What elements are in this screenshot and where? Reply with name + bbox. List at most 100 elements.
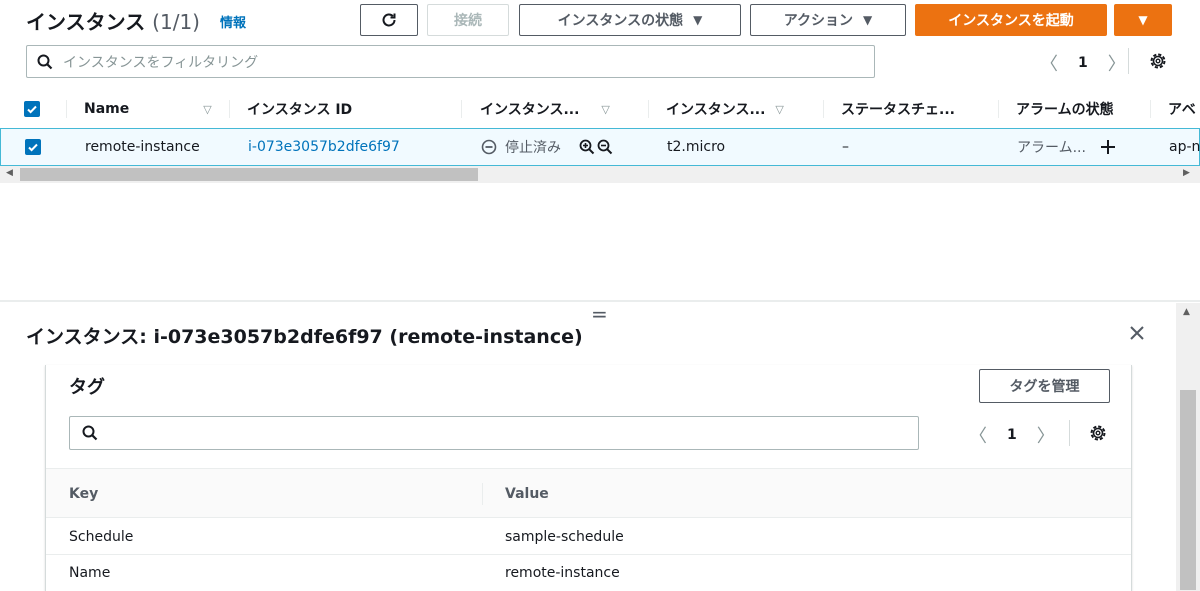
page-number[interactable]: 1 [1078,55,1088,71]
column-header-label: ステータスチェ... [841,102,955,118]
checkbox-checked-icon [25,139,41,155]
pagination: 〈 1 〉 [1040,50,1126,76]
scrollbar-thumb[interactable] [1180,390,1196,590]
column-header-availability-zone[interactable]: アベ [1168,92,1200,126]
launch-instance-dropdown[interactable]: ▼ [1114,4,1172,36]
launch-instance-button-label: インスタンスを起動 [948,13,1074,29]
page-title-text: インスタンス [26,10,146,34]
column-header-alarm-state[interactable]: アラームの状態 [1016,92,1146,126]
scroll-right-icon[interactable]: ▶ [1183,168,1190,178]
instance-state-label: 停止済み [505,140,561,156]
next-page-icon[interactable]: 〉 [1037,422,1055,448]
tags-title: タグ [69,377,105,398]
instances-table-header: Name ▽ インスタンス ID インスタンス... ▽ インスタンス... ▽… [0,92,1200,126]
vertical-scrollbar[interactable]: ▲ [1176,303,1200,591]
column-separator [482,483,483,505]
resize-handle-icon[interactable]: = [591,302,608,326]
zoom-in-icon[interactable] [579,139,595,155]
column-header-value[interactable]: Value [505,469,549,519]
previous-page-icon[interactable]: 〈 [1040,50,1058,76]
detail-title: インスタンス: i-073e3057b2dfe6f97 (remote-inst… [26,326,583,348]
tag-key: Name [69,565,111,581]
column-header-name[interactable]: Name ▽ [84,92,220,126]
checkbox-checked-icon [24,101,40,117]
tag-value: remote-instance [505,565,620,581]
column-separator [998,100,999,118]
column-header-instance-state[interactable]: インスタンス... ▽ [480,92,640,126]
pager-divider [1069,420,1070,446]
column-header-key[interactable]: Key [69,469,98,519]
next-page-icon[interactable]: 〉 [1108,50,1126,76]
refresh-button[interactable] [360,4,418,36]
column-header-label: インスタンス... [480,102,580,118]
scrollbar-thumb[interactable] [20,168,478,181]
instance-name: remote-instance [85,139,200,155]
column-separator [823,100,824,118]
row-checkbox[interactable] [25,129,45,165]
tags-table-header: Key Value [46,468,1131,518]
caret-down-icon: ▼ [1138,13,1148,27]
sort-icon[interactable]: ▽ [203,103,211,116]
column-separator [1150,100,1151,118]
stopped-icon [481,139,497,155]
table-row: Name remote-instance [46,555,1131,591]
launch-instance-button[interactable]: インスタンスを起動 [915,4,1107,36]
tag-key: Schedule [69,529,134,545]
connect-button[interactable]: 接続 [427,4,509,36]
scroll-up-icon[interactable]: ▲ [1183,307,1190,317]
column-header-label: Name [84,101,130,117]
caret-down-icon: ▼ [693,13,703,27]
column-header-label: アラームの状態 [1016,102,1114,118]
column-separator [66,100,67,118]
connect-button-label: 接続 [454,13,482,29]
column-header-label: インスタンス ID [247,102,353,118]
instances-panel: インスタンス (1/1) 情報 接続 インスタンスの状態 ▼ アクション ▼ イ… [0,0,1200,300]
zoom-out-icon[interactable] [597,139,613,155]
search-icon [82,425,98,441]
manage-tags-button-label: タグを管理 [1009,379,1080,395]
manage-tags-button[interactable]: タグを管理 [979,369,1110,403]
filter-placeholder: インスタンスをフィルタリング [63,54,259,71]
column-separator [229,100,230,118]
tag-search-input[interactable] [69,416,919,450]
search-icon [37,54,53,69]
column-header-label: アベ [1168,102,1196,118]
sort-icon[interactable]: ▽ [601,103,609,116]
instance-state-button[interactable]: インスタンスの状態 ▼ [519,4,741,36]
scroll-left-icon[interactable]: ◀ [6,168,13,178]
actions-button[interactable]: アクション ▼ [750,4,906,36]
column-header-instance-type[interactable]: インスタンス... ▽ [666,92,816,126]
alarm-state: アラーム... [1017,129,1147,165]
tags-panel: タグ タグを管理 〈 1 〉 Key Value Schedule sample… [45,365,1132,591]
status-check: – [842,139,849,155]
tag-value: sample-schedule [505,529,624,545]
instance-filter-input[interactable]: インスタンスをフィルタリング [26,45,875,78]
availability-zone: ap-n [1169,139,1200,155]
settings-gear-icon[interactable] [1088,423,1108,443]
add-alarm-icon[interactable] [1100,139,1116,155]
instance-id-link[interactable]: i-073e3057b2dfe6f97 [248,129,458,165]
close-icon[interactable] [1128,324,1146,342]
column-header-status-check[interactable]: ステータスチェ... [841,92,991,126]
actions-button-label: アクション [783,13,854,29]
previous-page-icon[interactable]: 〈 [969,422,987,448]
page-number[interactable]: 1 [1007,427,1017,443]
caret-down-icon: ▼ [863,13,873,27]
column-separator [461,100,462,118]
table-row: Schedule sample-schedule [46,519,1131,555]
horizontal-scrollbar[interactable]: ◀ ▶ [0,166,1200,183]
sort-icon[interactable]: ▽ [775,103,783,116]
info-link[interactable]: 情報 [220,12,246,31]
settings-gear-icon[interactable] [1148,51,1168,71]
alarm-state-label: アラーム... [1017,140,1086,156]
instance-type: t2.micro [667,139,726,155]
select-all-checkbox[interactable] [24,92,44,126]
instance-state-button-label: インスタンスの状態 [557,13,684,29]
column-header-label: インスタンス... [666,102,766,118]
table-row[interactable]: remote-instance i-073e3057b2dfe6f97 停止済み… [0,128,1200,166]
instance-state: 停止済み [481,129,641,165]
refresh-icon [382,13,396,27]
pager-divider [1128,48,1129,74]
tags-pagination: 〈 1 〉 [969,422,1055,448]
column-header-instance-id[interactable]: インスタンス ID [247,92,447,126]
